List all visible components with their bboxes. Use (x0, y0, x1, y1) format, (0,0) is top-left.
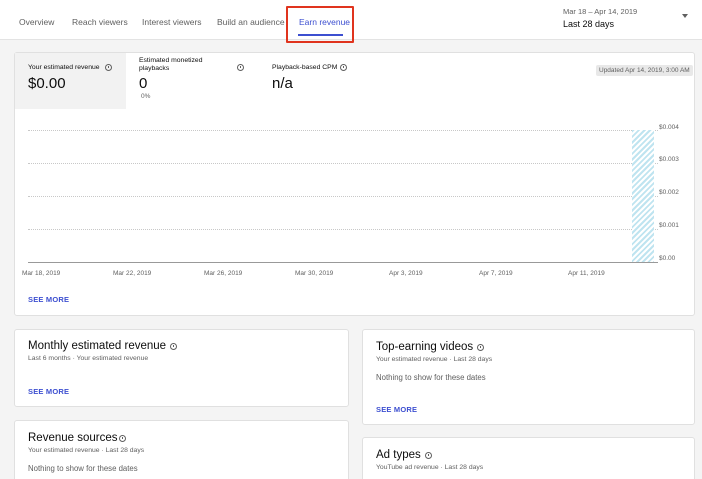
ad-types-card: Ad types YouTube ad revenue · Last 28 da… (362, 437, 695, 479)
card-subtitle: Last 6 months · Your estimated revenue (28, 355, 149, 362)
metric-value: $0.00 (28, 75, 66, 92)
y-tick-label: $0.004 (659, 124, 679, 131)
x-tick-label: Apr 11, 2019 (568, 270, 605, 277)
date-range-text: Mar 18 – Apr 14, 2019 (563, 7, 638, 16)
metric-sub: 0% (141, 93, 151, 100)
y-tick-label: $0.002 (659, 189, 679, 196)
empty-state-text: Nothing to show for these dates (376, 373, 486, 382)
info-icon[interactable] (119, 435, 126, 442)
info-icon[interactable] (237, 64, 244, 71)
revenue-chart (28, 130, 658, 264)
projection-bar (632, 130, 654, 262)
empty-state-text: Nothing to show for these dates (28, 464, 138, 473)
updated-timestamp: Updated Apr 14, 2019, 3:00 AM (596, 65, 693, 76)
card-title: Ad types (376, 449, 421, 461)
chevron-down-icon[interactable] (682, 14, 688, 18)
see-more-link[interactable]: SEE MORE (28, 295, 69, 304)
x-tick-label: Mar 26, 2019 (204, 270, 243, 277)
y-tick-label: $0.003 (659, 156, 679, 163)
card-title: Monthly estimated revenue (28, 340, 167, 352)
metric-label: Estimated monetized playbacks (139, 57, 203, 72)
y-tick-label: $0.00 (659, 255, 676, 262)
see-more-link[interactable]: SEE MORE (376, 405, 417, 414)
card-subtitle: Your estimated revenue · Last 28 days (28, 447, 145, 454)
date-preset-selector[interactable]: Last 28 days (563, 19, 614, 29)
card-subtitle: YouTube ad revenue · Last 28 days (376, 464, 484, 471)
gridline (28, 196, 658, 197)
metric-label: Your estimated revenue (28, 64, 100, 71)
metric-label: Playback-based CPM (272, 64, 338, 71)
revenue-sources-card: Revenue sources Your estimated revenue ·… (14, 420, 349, 479)
x-tick-label: Mar 22, 2019 (113, 270, 152, 277)
gridline (28, 229, 658, 230)
card-title: Revenue sources (28, 432, 118, 444)
info-icon[interactable] (340, 64, 347, 71)
x-tick-label: Mar 18, 2019 (22, 270, 61, 277)
tab-build-audience[interactable]: Build an audience (217, 17, 285, 27)
tab-reach-viewers[interactable]: Reach viewers (72, 17, 128, 27)
metric-estimated-revenue[interactable]: Your estimated revenue $0.00 (15, 53, 126, 109)
info-icon[interactable] (105, 64, 112, 71)
x-tick-label: Mar 30, 2019 (295, 270, 334, 277)
x-tick-label: Apr 3, 2019 (389, 270, 423, 277)
x-tick-label: Apr 7, 2019 (479, 270, 513, 277)
metric-value: n/a (272, 75, 293, 92)
card-title: Top-earning videos (376, 341, 474, 353)
gridline (28, 163, 658, 164)
info-icon[interactable] (477, 344, 484, 351)
card-subtitle: Your estimated revenue · Last 28 days (376, 356, 493, 363)
info-icon[interactable] (425, 452, 432, 459)
info-icon[interactable] (170, 343, 177, 350)
highlight-annotation (286, 6, 354, 43)
analytics-tab-bar: Overview Reach viewers Interest viewers … (0, 0, 702, 43)
top-videos-card: Top-earning videos Your estimated revenu… (362, 329, 695, 425)
chart-baseline (28, 262, 658, 263)
gridline (28, 130, 658, 131)
monthly-revenue-card: Monthly estimated revenue Last 6 months … (14, 329, 349, 407)
see-more-link[interactable]: SEE MORE (28, 387, 69, 396)
y-tick-label: $0.001 (659, 222, 679, 229)
tab-interest-viewers[interactable]: Interest viewers (142, 17, 202, 27)
tab-overview[interactable]: Overview (19, 17, 54, 27)
metric-value: 0 (139, 75, 148, 92)
